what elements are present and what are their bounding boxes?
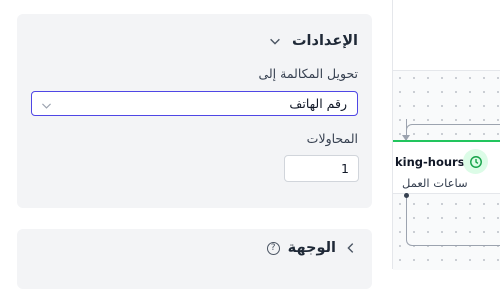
flow-canvas[interactable]: king-hours-1 ساعات العمل [393,0,500,270]
attempts-label: المحاولات [306,131,358,146]
output-handle[interactable] [404,193,409,198]
destination-header[interactable]: الوجهة ? [266,240,358,256]
settings-title: الإعدادات [291,33,358,49]
settings-section: الإعدادات تحويل المكالمة إلى رقم الهاتف … [17,14,372,208]
chevron-down-icon [40,97,53,110]
destination-section: الوجهة ? [17,229,372,289]
attempts-value: 1 [341,161,349,176]
node-subtitle: ساعات العمل [402,176,468,190]
chevron-down-icon[interactable] [268,34,282,48]
arrow-down-icon [401,128,411,141]
settings-header[interactable]: الإعدادات [268,33,358,49]
working-hours-node[interactable]: king-hours-1 ساعات العمل [393,140,500,194]
help-icon[interactable]: ? [266,241,280,255]
clock-icon [463,149,488,174]
transfer-target-select[interactable]: رقم الهاتف [31,91,358,116]
transfer-label: تحويل المكالمة إلى [258,66,358,81]
destination-title: الوجهة [287,240,336,256]
properties-panel: الإعدادات تحويل المكالمة إلى رقم الهاتف … [0,0,392,289]
attempts-input[interactable]: 1 [284,155,359,182]
chevron-left-icon[interactable] [344,241,358,255]
transfer-target-value: رقم الهاتف [289,96,347,111]
